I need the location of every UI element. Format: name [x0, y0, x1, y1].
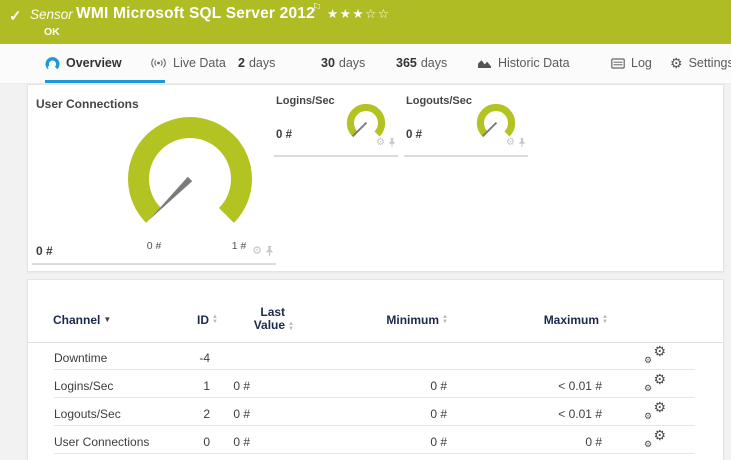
cell-divider — [404, 155, 528, 157]
channel-maximum: < 0.01 # — [558, 407, 602, 421]
col-header-id-label: ID — [197, 313, 210, 327]
cell-divider — [32, 263, 276, 265]
gauge-corner-icons: ⚙ — [252, 245, 274, 257]
gauge-settings-gear-icon[interactable]: ⚙ — [252, 245, 262, 257]
tab-log-label: Log — [631, 56, 652, 70]
tab-live-data[interactable]: Live Data — [150, 44, 226, 82]
channel-name: Logins/Sec — [54, 379, 114, 393]
table-row: Downtime -4 ⚙ ⚙ — [28, 342, 723, 370]
user-connections-gauge — [128, 116, 252, 223]
sensor-status-text: OK — [44, 26, 60, 38]
tab-30-days-label: days — [338, 56, 366, 70]
tab-2-days-number: 2 — [238, 56, 245, 70]
channel-last-value: 0 # — [233, 435, 250, 449]
gauge-settings-gear-icon[interactable]: ⚙ — [506, 137, 515, 148]
channel-settings-gears-icon[interactable]: ⚙ ⚙ — [644, 428, 666, 449]
area-chart-icon — [477, 58, 492, 69]
channel-name: Logouts/Sec — [54, 407, 121, 421]
tab-30-days[interactable]: 30 days — [321, 44, 365, 82]
pin-icon[interactable] — [518, 137, 526, 148]
logouts-gauge-title: Logouts/Sec — [406, 95, 473, 107]
tab-overview-label: Overview — [66, 56, 122, 70]
gauge-icon — [45, 56, 60, 70]
gauge-scale-min: 0 # — [146, 240, 162, 252]
tab-2-days[interactable]: 2 days — [238, 44, 275, 82]
tab-log[interactable]: Log — [611, 44, 652, 82]
priority-stars[interactable]: ★★★☆☆ — [327, 6, 391, 21]
col-header-channel[interactable]: Channel ▼ — [53, 313, 111, 327]
col-header-last-value-label: Last Value — [253, 305, 286, 332]
channel-maximum: < 0.01 # — [558, 379, 602, 393]
logins-gauge-value: 0 # — [276, 129, 292, 141]
tab-bar: Overview Live Data 2 days 30 days 365 da… — [0, 44, 731, 84]
tab-2-days-label: days — [248, 56, 276, 70]
gear-icon: ⚙ — [670, 55, 683, 71]
channel-last-value: 0 # — [233, 379, 250, 393]
pin-icon[interactable] — [265, 245, 274, 257]
col-header-channel-label: Channel — [53, 313, 101, 327]
col-header-maximum[interactable]: Maximum ▲ ▼ — [508, 313, 608, 327]
col-header-last-value[interactable]: Last Value ▲ ▼ — [232, 306, 294, 332]
tab-historic-data[interactable]: Historic Data — [477, 44, 570, 82]
sort-desc-icon: ▼ — [103, 315, 112, 324]
primary-gauge-cell: User Connections 0 # 1 # 0 # ⚙ — [32, 93, 280, 265]
tab-365-days-label: days — [420, 56, 448, 70]
tab-365-days[interactable]: 365 days — [396, 44, 447, 82]
channels-table-panel: Channel ▼ ID ▲ ▼ Last Value ▲ ▼ Minimum ▲ ▼… — [27, 279, 724, 460]
tab-historic-data-label: Historic Data — [498, 56, 570, 70]
gauge-corner-icons: ⚙ — [506, 137, 526, 148]
channel-maximum: 0 # — [585, 435, 602, 449]
cell-divider — [274, 155, 398, 157]
tab-overview[interactable]: Overview — [45, 44, 122, 82]
col-header-id[interactable]: ID ▲ ▼ — [158, 313, 218, 327]
channel-minimum: 0 # — [430, 435, 447, 449]
col-header-minimum[interactable]: Minimum ▲ ▼ — [348, 313, 448, 327]
channel-settings-gears-icon[interactable]: ⚙ ⚙ — [644, 344, 666, 365]
channel-last-value: 0 # — [233, 407, 250, 421]
log-list-icon — [611, 57, 625, 69]
col-header-maximum-label: Maximum — [543, 313, 600, 327]
col-header-minimum-label: Minimum — [386, 313, 440, 327]
gauge-corner-icons: ⚙ — [376, 137, 396, 148]
sort-icon: ▲ ▼ — [288, 321, 294, 332]
channel-name: User Connections — [54, 435, 150, 449]
sensor-header-bar: ✓ Sensor WMI Microsoft SQL Server 2012 ⚐… — [0, 0, 731, 44]
gauges-panel: User Connections 0 # 1 # 0 # ⚙ Logins/Se… — [27, 84, 724, 272]
sensor-title: WMI Microsoft SQL Server 2012 — [76, 5, 315, 22]
row-divider — [54, 453, 695, 454]
gauge-settings-gear-icon[interactable]: ⚙ — [376, 137, 385, 148]
tab-settings-label: Settings — [688, 56, 731, 70]
flag-icon[interactable]: ⚐ — [312, 1, 322, 14]
channel-id: -4 — [199, 351, 210, 365]
channel-settings-gears-icon[interactable]: ⚙ ⚙ — [644, 372, 666, 393]
logouts-gauge-value: 0 # — [406, 129, 422, 141]
tab-settings[interactable]: ⚙ Settings — [670, 44, 731, 82]
channel-name: Downtime — [54, 351, 108, 365]
sort-icon: ▲ ▼ — [602, 314, 608, 325]
sort-icon: ▲ ▼ — [442, 314, 448, 325]
channel-minimum: 0 # — [430, 407, 447, 421]
table-row: User Connections 0 0 # 0 # 0 # ⚙ ⚙ — [28, 426, 723, 454]
channel-minimum: 0 # — [430, 379, 447, 393]
status-ok-check-icon: ✓ — [9, 8, 22, 25]
active-tab-underline — [45, 80, 165, 83]
primary-gauge-value: 0 # — [36, 244, 53, 258]
logouts-gauge-cell: Logouts/Sec 0 # ⚙ — [404, 93, 528, 157]
sensor-kind-label: Sensor — [30, 7, 73, 22]
table-row: Logouts/Sec 2 0 # 0 # < 0.01 # ⚙ ⚙ — [28, 398, 723, 426]
tab-live-data-label: Live Data — [173, 56, 226, 70]
logins-gauge-cell: Logins/Sec 0 # ⚙ — [274, 93, 398, 157]
channel-settings-gears-icon[interactable]: ⚙ ⚙ — [644, 400, 666, 421]
tab-365-days-number: 365 — [396, 56, 417, 70]
live-data-icon — [150, 57, 167, 69]
tab-30-days-number: 30 — [321, 56, 335, 70]
logins-gauge-title: Logins/Sec — [276, 95, 335, 107]
pin-icon[interactable] — [388, 137, 396, 148]
sort-icon: ▲ ▼ — [212, 314, 218, 325]
table-row: Logins/Sec 1 0 # 0 # < 0.01 # ⚙ ⚙ — [28, 370, 723, 398]
